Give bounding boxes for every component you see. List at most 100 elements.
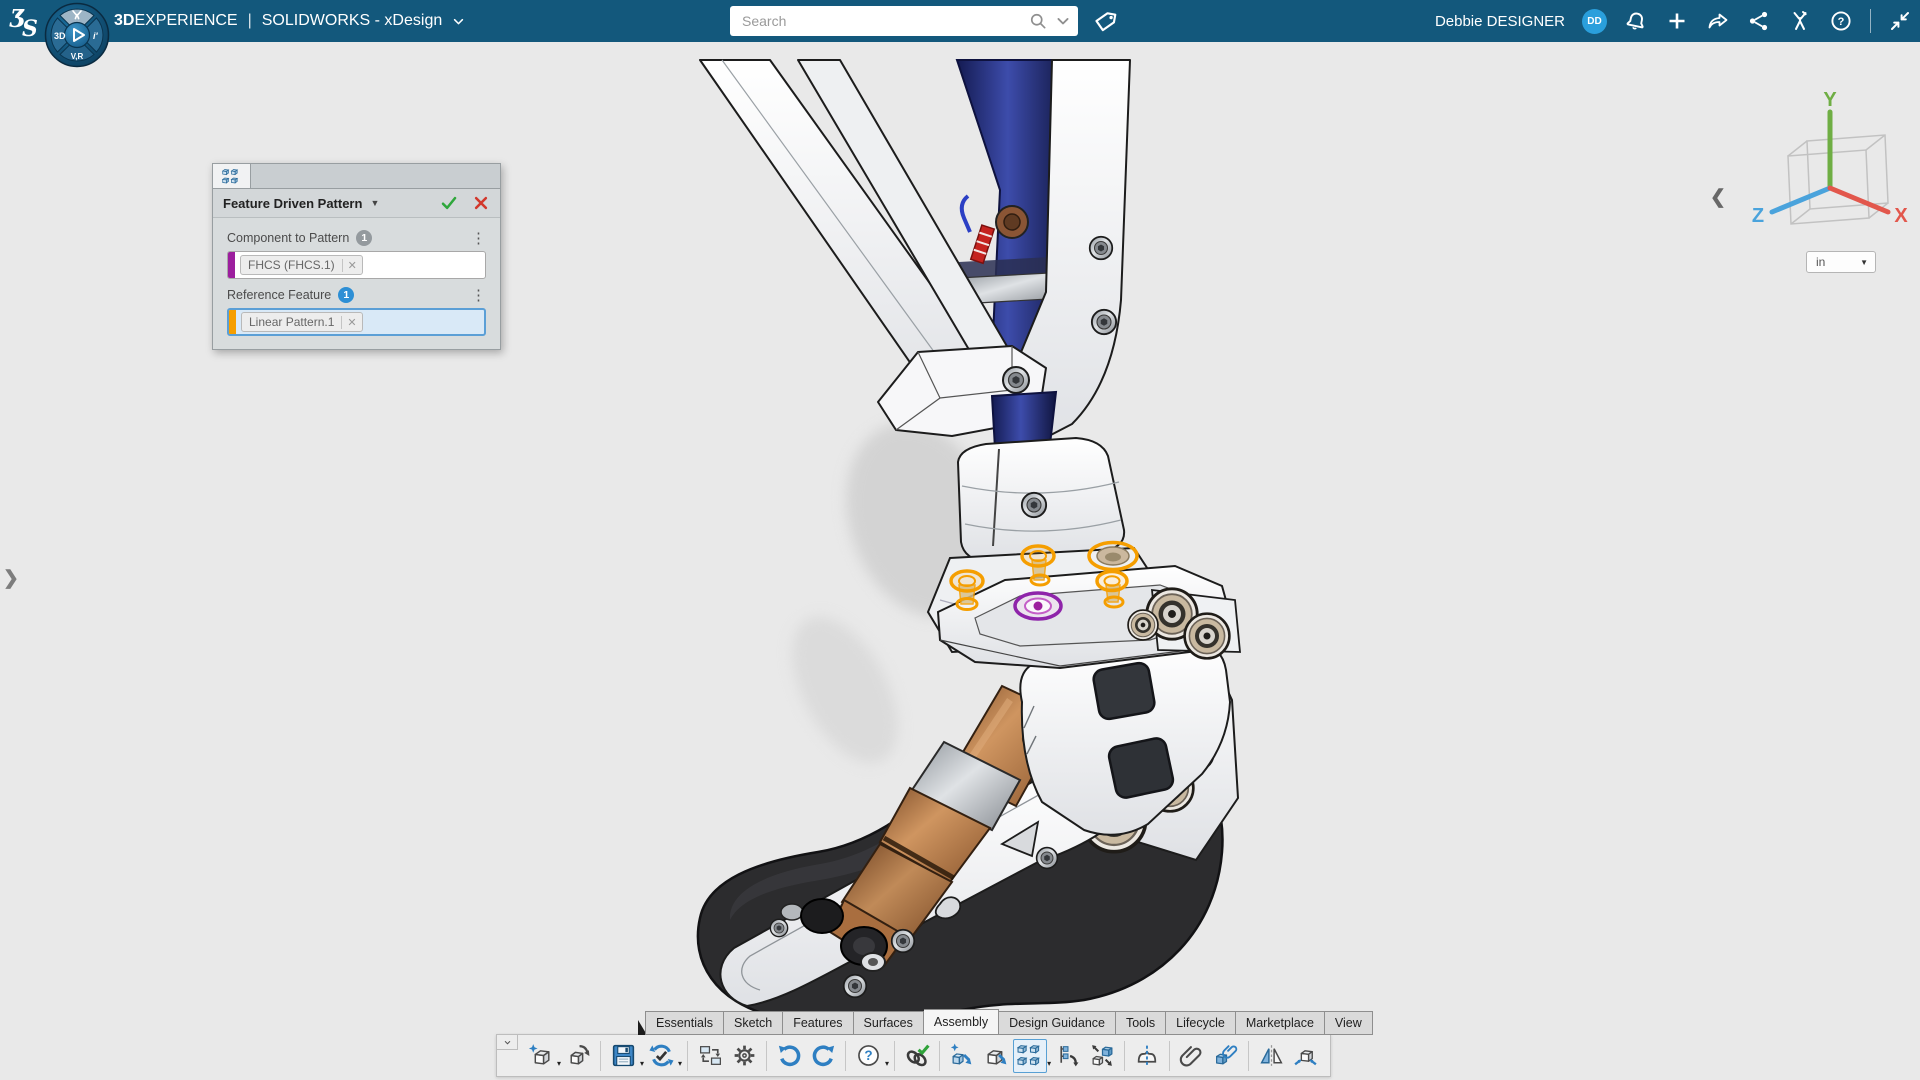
options-menu-icon[interactable]: ⋮ (471, 231, 486, 246)
new-design-button[interactable] (523, 1039, 557, 1073)
mirror-button[interactable] (1130, 1039, 1164, 1073)
user-name[interactable]: Debbie DESIGNER (1435, 13, 1565, 30)
right-panel-collapse-icon[interactable]: ❮ (1710, 186, 1726, 209)
upper-frame (700, 60, 1130, 452)
mate-button[interactable] (900, 1039, 934, 1073)
units-dropdown[interactable]: in ▼ (1806, 251, 1876, 273)
undo-button[interactable] (772, 1039, 806, 1073)
save-button[interactable] (606, 1039, 640, 1073)
compass-south-label: V,R (71, 52, 84, 61)
reference-feature-label: Reference Feature (227, 288, 331, 302)
ribbon-tab-design-guidance[interactable]: Design Guidance (999, 1011, 1116, 1035)
feature-driven-pattern-dialog: Feature Driven Pattern ▼ Component to Pa… (212, 163, 501, 350)
toolbar-separator (766, 1041, 767, 1071)
reference-feature-input[interactable]: Linear Pattern.1 ✕ (227, 308, 486, 336)
selection-count-badge: 1 (356, 230, 372, 246)
compass-west-label: 3D (54, 31, 66, 41)
search-input[interactable] (730, 13, 1028, 29)
open-design-icon (565, 1042, 592, 1069)
mirror-components-button[interactable] (1254, 1039, 1288, 1073)
collapse-window-icon[interactable] (1888, 9, 1912, 33)
update-button-dropdown-arrow[interactable]: ▾ (678, 1059, 682, 1068)
chip-remove-icon[interactable]: ✕ (341, 316, 361, 329)
ribbon-tab-tools[interactable]: Tools (1116, 1011, 1166, 1035)
selection-chip: Linear Pattern.1 ✕ (241, 312, 363, 332)
help-button[interactable] (851, 1039, 885, 1073)
ribbon-tab-essentials[interactable]: Essentials (645, 1011, 724, 1035)
help-button-dropdown-arrow[interactable]: ▾ (885, 1059, 889, 1068)
selection-chip: FHCS (FHCS.1) ✕ (240, 255, 363, 275)
dialog-tab-pattern[interactable] (213, 164, 251, 188)
dissolve-structure-button[interactable] (1051, 1039, 1085, 1073)
mirror-half-icon (1134, 1042, 1161, 1069)
view-orientation-triad[interactable]: Y Z X (1742, 92, 1912, 242)
save-icon (610, 1042, 637, 1069)
toolbar-separator (1124, 1041, 1125, 1071)
cancel-button[interactable] (472, 194, 490, 212)
confirm-button[interactable] (440, 194, 458, 212)
assembly-toolbar: ▾▾▾▾▾ (496, 1034, 1331, 1077)
brand-experience: EXPERIENCE (134, 12, 237, 30)
toolbar-separator (1169, 1041, 1170, 1071)
app-name: SOLIDWORKS - xDesign (262, 12, 442, 30)
chevron-down-icon[interactable]: ▼ (370, 198, 440, 208)
update-icon (648, 1042, 675, 1069)
ribbon-tab-features[interactable]: Features (783, 1011, 853, 1035)
align-components-icon (1292, 1042, 1319, 1069)
chevron-down-icon (501, 1036, 514, 1049)
component-to-pattern-input[interactable]: FHCS (FHCS.1) ✕ (227, 251, 486, 279)
search-bar (730, 6, 1078, 36)
ribbon-tab-surfaces[interactable]: Surfaces (854, 1011, 924, 1035)
open-design-button[interactable] (561, 1039, 595, 1073)
avatar[interactable]: DD (1582, 9, 1607, 34)
insert-component-button[interactable] (979, 1039, 1013, 1073)
options-menu-icon[interactable]: ⋮ (471, 288, 486, 303)
toolbar-separator (845, 1041, 846, 1071)
ribbon-tab-lifecycle[interactable]: Lifecycle (1166, 1011, 1236, 1035)
selection-color-bar (228, 252, 235, 278)
search-options-chevron-icon[interactable] (1053, 11, 1073, 31)
ribbon-tab-assembly[interactable]: Assembly (924, 1009, 999, 1035)
move-component-button[interactable] (1085, 1039, 1119, 1073)
3ds-logo[interactable]: Ʒ S (8, 3, 46, 41)
settings-button[interactable] (727, 1039, 761, 1073)
manage-references-button[interactable] (693, 1039, 727, 1073)
chip-remove-icon[interactable]: ✕ (342, 259, 362, 272)
notifications-bell-icon[interactable] (1624, 9, 1648, 33)
3dexperience-compass[interactable]: 3D i' V,R (44, 2, 110, 68)
share-icon[interactable] (1706, 9, 1730, 33)
triad-y-label: Y (1823, 92, 1837, 111)
tag-icon[interactable] (1092, 8, 1119, 35)
share-network-icon[interactable] (1747, 9, 1771, 33)
top-bar-divider (1870, 9, 1871, 33)
redo-button[interactable] (806, 1039, 840, 1073)
align-components-button[interactable] (1288, 1039, 1322, 1073)
pattern-components-button[interactable] (1013, 1039, 1047, 1073)
update-button[interactable] (644, 1039, 678, 1073)
toolbar-separator (894, 1041, 895, 1071)
component-attachment-button[interactable] (1209, 1039, 1243, 1073)
attachments-button[interactable] (1175, 1039, 1209, 1073)
toolbar-collapse-button[interactable] (497, 1035, 518, 1050)
search-icon[interactable] (1028, 11, 1048, 31)
help-icon[interactable] (1829, 9, 1853, 33)
left-panel-expand-icon[interactable]: ❯ (3, 567, 19, 590)
selection-color-bar (229, 310, 236, 334)
dissolve-icon (1055, 1042, 1082, 1069)
toolbar-separator (600, 1041, 601, 1071)
top-bar-right: Debbie DESIGNER DD (1435, 0, 1912, 42)
chip-label: FHCS (FHCS.1) (248, 258, 335, 272)
ribbon-tab-view[interactable]: View (1325, 1011, 1373, 1035)
3ds-compass-user-icon[interactable] (1788, 9, 1812, 33)
add-content-icon[interactable] (1665, 9, 1689, 33)
new-component-button[interactable] (945, 1039, 979, 1073)
ribbon-tab-marketplace[interactable]: Marketplace (1236, 1011, 1325, 1035)
pattern-icon (222, 167, 241, 186)
app-window: ❯ ❮ Y Z X in ▼ Feature Driven Pattern ▼ (0, 0, 1920, 1080)
ribbon-tab-sketch[interactable]: Sketch (724, 1011, 783, 1035)
app-title: 3DEXPERIENCE | SOLIDWORKS - xDesign (114, 0, 467, 42)
app-switcher-chevron-icon[interactable] (450, 13, 467, 30)
dialog-tab-strip (213, 164, 500, 189)
title-divider: | (248, 12, 252, 30)
seed-component-highlight (1015, 593, 1061, 619)
